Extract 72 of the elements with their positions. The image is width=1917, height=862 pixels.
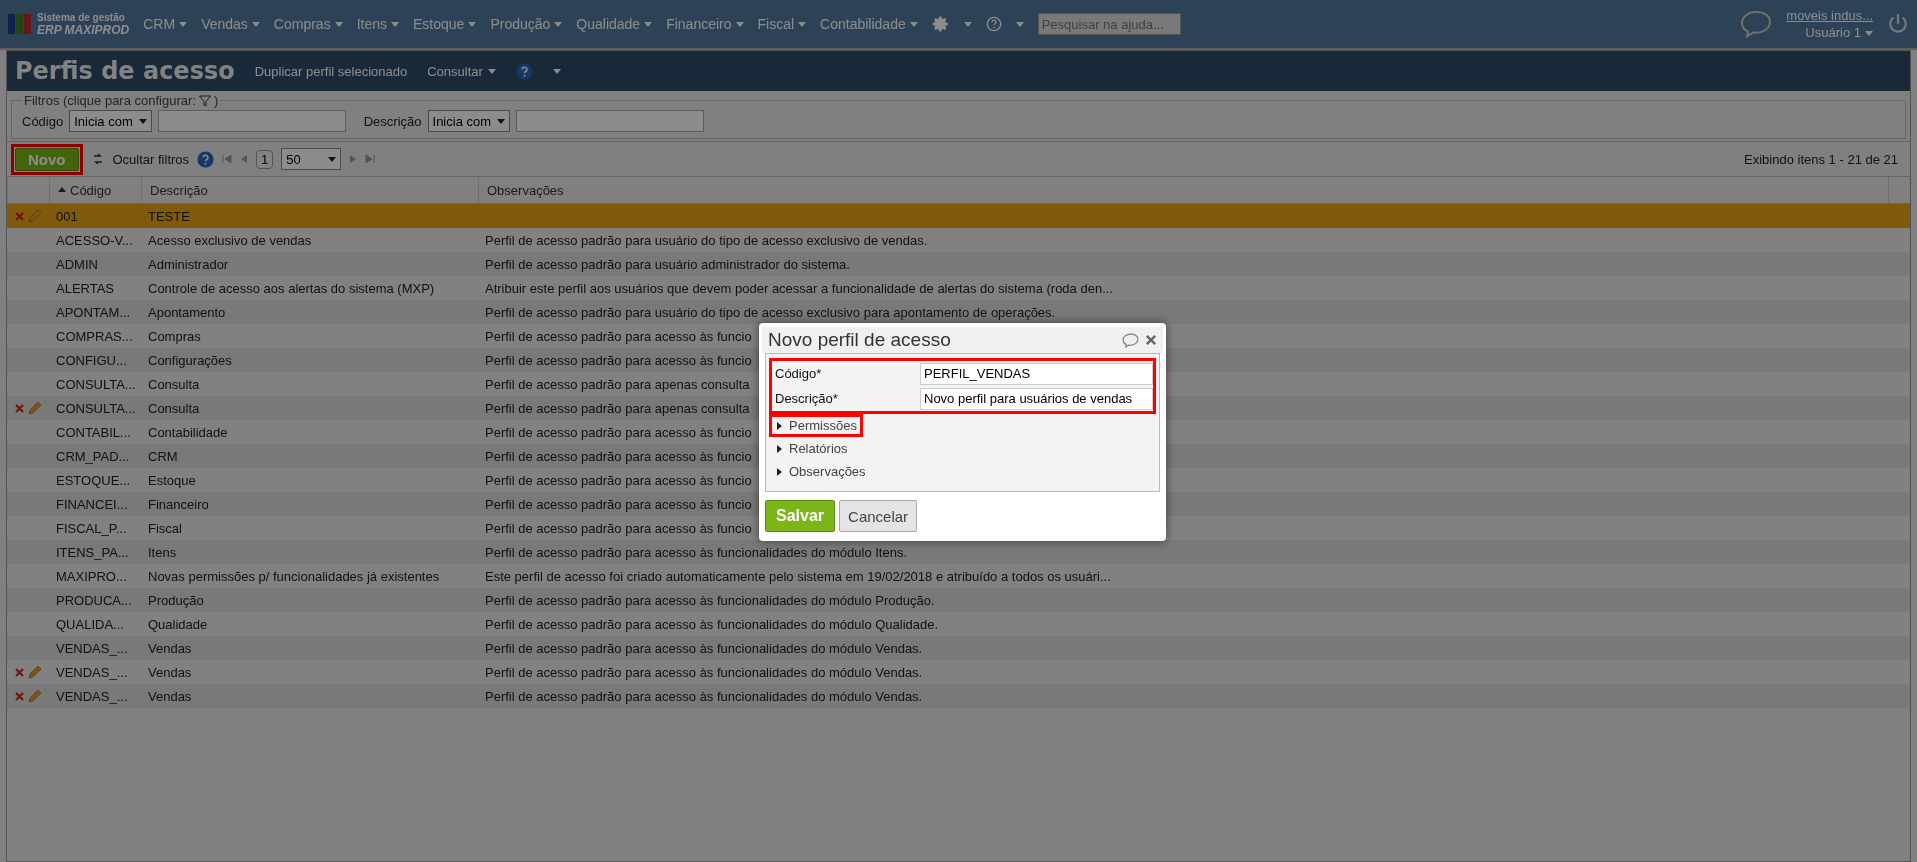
- table-cell-text: CRM_PAD...: [55, 448, 131, 464]
- table-cell-text: CONTABIL...: [55, 424, 132, 440]
- table-cell-text: Vendas: [147, 664, 193, 680]
- table-cell-text: Perfil de acesso padrão para acesso às funcio: [484, 352, 753, 368]
- table-cell-text: Estoque: [147, 472, 197, 488]
- table-cell-text: Financeiro: [147, 496, 210, 512]
- table-cell-text: Compras: [147, 328, 202, 344]
- table-cell-text: FINANCEI...: [55, 496, 129, 512]
- table-cell-text: ESTOQUE...: [55, 472, 132, 488]
- table-cell-text: Atribuir este perfil aos usuários que devem poder acessar a funcionalidade de alertas do sistema (roda den...: [484, 280, 1114, 296]
- table-cell-text: Perfil de acesso padrão para acesso às funcio: [484, 472, 753, 488]
- dialog-title: Novo perfil de acesso: [768, 329, 952, 351]
- table-cell-text: VENDAS_...: [55, 688, 129, 704]
- table-cell-text: Perfil de acesso padrão para usuário do tipo de acesso exclusivo de vendas.: [484, 232, 929, 248]
- table-cell-text: CRM: [147, 448, 179, 464]
- table-cell-text: Perfil de acesso padrão para acesso às funcio: [484, 520, 753, 536]
- table-cell-text: Configurações: [147, 352, 233, 368]
- table-cell-text: Perfil de acesso padrão para acesso às funcionalidades do módulo Qualidade.: [484, 616, 940, 632]
- table-cell-text: Consulta: [147, 400, 201, 416]
- table-cell-text: Administrador: [147, 256, 230, 272]
- table-cell-text: CONFIGU...: [55, 352, 128, 368]
- table-cell-text: Perfil de acesso padrão para acesso às funcio: [484, 448, 753, 464]
- table-cell-text: TESTE: [147, 208, 191, 224]
- table-cell-text: ALERTAS: [55, 280, 116, 296]
- table-cell-text: Perfil de acesso padrão para usuário do tipo de acesso exclusivo para apontamento de operações.: [484, 304, 1057, 320]
- table-cell-text: Controle de acesso aos alertas do sistema (MXP): [147, 280, 436, 296]
- table-cell-text: CONSULTA...: [55, 400, 137, 416]
- table-cell-text: ACESSO-V...: [55, 232, 134, 248]
- table-cell-text: Acesso exclusivo de vendas: [147, 232, 313, 248]
- table-cell-text: Produção: [147, 592, 205, 608]
- table-cell-text: QUALIDA...: [55, 616, 125, 632]
- table-cell-text: VENDAS_...: [55, 664, 129, 680]
- table-cell-text: Perfil de acesso padrão para acesso às funcionalidades do módulo Vendas.: [484, 640, 924, 656]
- table-cell-text: ADMIN: [55, 256, 99, 272]
- table-cell-text: COMPRAS...: [55, 328, 134, 344]
- table-cell-text: Vendas: [147, 688, 193, 704]
- table-cell-text: Perfil de acesso padrão para acesso às funcionalidades do módulo Itens.: [484, 544, 909, 560]
- field-label: Descrição*: [774, 391, 839, 406]
- column-title: Código: [70, 182, 112, 198]
- table-cell-text: Qualidade: [147, 616, 209, 632]
- filter-label: Descrição: [363, 113, 422, 129]
- table-cell-text: FISCAL_P...: [55, 520, 128, 536]
- logo-tagline: Sistema de gestão: [37, 12, 126, 24]
- table-cell-text: Este perfil de acesso foi criado automaticamente pelo sistema em 19/02/2018 e atribuído a todos os usuári...: [484, 568, 1112, 584]
- items-summary: Exibindo itens 1 - 21 de 21: [1744, 151, 1898, 167]
- table-cell-text: MAXIPRO...: [55, 568, 128, 584]
- table-cell-text: Vendas: [147, 640, 193, 656]
- table-cell-text: Perfil de acesso padrão para acesso às funcio: [484, 328, 753, 344]
- table-cell-text: PRODUCA...: [55, 592, 133, 608]
- table-cell-text: Consulta: [147, 376, 201, 392]
- table-cell-text: Perfil de acesso padrão para apenas consulta: [484, 376, 751, 392]
- table-cell-text: Contabilidade: [147, 424, 229, 440]
- table-cell-text: Novas permissões p/ funcionalidades já existentes: [147, 568, 441, 584]
- page-title: Perfis de acesso: [15, 57, 235, 85]
- table-cell-text: Apontamento: [147, 304, 227, 320]
- table-cell-text: Fiscal: [147, 520, 183, 536]
- table-cell-text: ITENS_PA...: [55, 544, 130, 560]
- table-cell-text: VENDAS_...: [55, 640, 129, 656]
- table-cell-text: 001: [55, 208, 79, 224]
- table-cell-text: Perfil de acesso padrão para acesso às funcionalidades do módulo Vendas.: [484, 688, 924, 704]
- table-cell-text: APONTAM...: [55, 304, 132, 320]
- logo-name: ERP MAXIPROD: [37, 24, 130, 36]
- filters-legend-end: ): [213, 93, 219, 108]
- table-cell-text: Perfil de acesso padrão para usuário administrador do sistema.: [484, 256, 851, 272]
- filter-label: Código: [22, 113, 64, 129]
- table-cell-text: Perfil de acesso padrão para acesso às funcionalidades do módulo Produção.: [484, 592, 936, 608]
- table-cell-text: Itens: [147, 544, 178, 560]
- table-cell-text: Perfil de acesso padrão para acesso às funcio: [484, 496, 753, 512]
- table-cell-text: Perfil de acesso padrão para acesso às funcio: [484, 424, 753, 440]
- table-cell-text: CONSULTA...: [55, 376, 137, 392]
- table-cell-text: Perfil de acesso padrão para apenas consulta: [484, 400, 751, 416]
- table-cell-text: Perfil de acesso padrão para acesso às funcionalidades do módulo Vendas.: [484, 664, 924, 680]
